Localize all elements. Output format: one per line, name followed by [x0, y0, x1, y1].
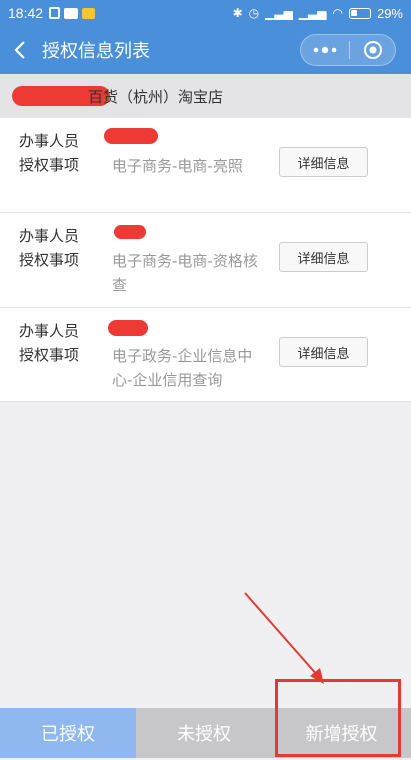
target-circle-icon[interactable]: [350, 35, 395, 65]
shop-bar: 百货（杭州）淘宝店: [0, 74, 411, 118]
page-title: 授权信息列表: [42, 41, 150, 62]
detail-button[interactable]: 详细信息: [279, 147, 368, 177]
message-icon: [64, 7, 79, 19]
tab-authorized[interactable]: 已授权: [0, 708, 136, 758]
alarm-icon: ◷: [248, 6, 260, 20]
bluetooth-icon: ✱: [232, 6, 243, 20]
agent-label: 办事人员: [19, 132, 80, 150]
status-bar: 18:42 ✱ ◷ ▁▃▅ ▁▃▅ ◠ 29%: [0, 0, 411, 26]
wifi-icon: ◠: [332, 6, 343, 20]
back-arrow-icon[interactable]: [0, 26, 40, 74]
matter-label: 授权事项: [19, 251, 80, 269]
status-time: 18:42: [8, 5, 44, 21]
battery-percent: 29%: [376, 5, 403, 21]
redaction-mark: [114, 225, 146, 239]
battery-icon: [348, 7, 371, 19]
note-icon: [82, 7, 96, 19]
list-item: 办事人员 授权事项 电子政务-企业信息中心-企业信用查询 详细信息: [0, 308, 411, 402]
matter-value: 电子政务-企业信息中心-企业信用查询: [112, 347, 253, 389]
list-item: 办事人员 授权事项 电子商务-电商-资格核查 详细信息: [0, 213, 411, 308]
redaction-mark: [104, 128, 158, 144]
matter-label: 授权事项: [19, 346, 80, 364]
detail-button[interactable]: 详细信息: [279, 242, 368, 272]
nav-header: 授权信息列表: [0, 26, 411, 74]
annotation-highlight-box: [275, 679, 401, 757]
detail-button[interactable]: 详细信息: [279, 337, 368, 367]
authorization-list: 办事人员 授权事项 电子商务-电商-亮照 详细信息 办事人员 授权事项 电子商务…: [0, 118, 411, 402]
agent-label: 办事人员: [19, 227, 80, 245]
list-item: 办事人员 授权事项 电子商务-电商-亮照 详细信息: [0, 118, 411, 213]
tab-unauthorized[interactable]: 未授权: [136, 708, 272, 758]
more-dots-icon[interactable]: [301, 35, 349, 65]
agent-label: 办事人员: [19, 322, 80, 340]
signal-icon-2: ▁▃▅: [298, 6, 327, 20]
matter-value: 电子商务-电商-资格核查: [112, 252, 258, 294]
lock-icon: [49, 7, 61, 19]
matter-label: 授权事项: [19, 156, 80, 174]
shop-name: 百货（杭州）淘宝店: [88, 88, 224, 106]
signal-icon: ▁▃▅: [265, 6, 293, 20]
matter-value: 电子商务-电商-亮照: [112, 157, 243, 175]
mini-program-capsule: [300, 34, 396, 66]
redaction-mark: [108, 320, 148, 336]
